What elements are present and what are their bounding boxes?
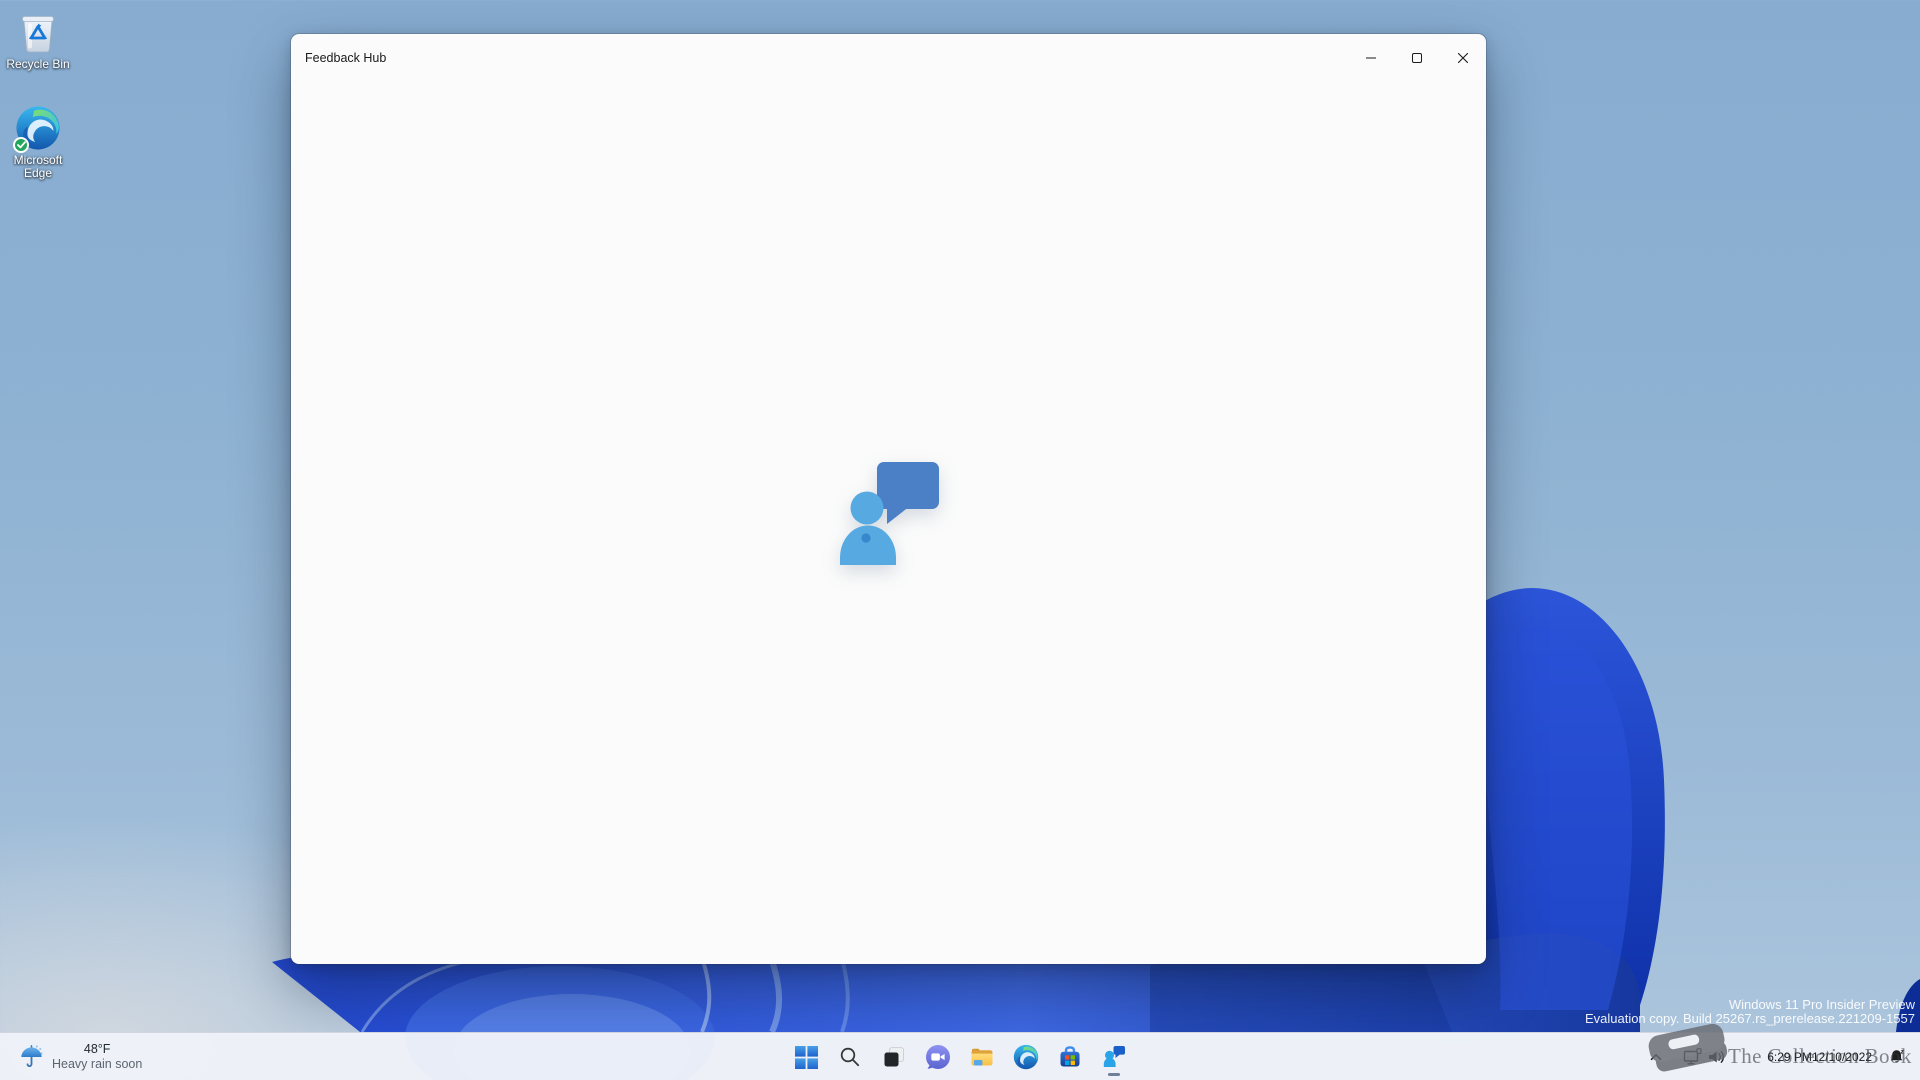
taskbar-file-explorer-button[interactable] [962,1037,1002,1077]
weather-condition: Heavy rain soon [52,1057,142,1072]
task-view-icon [882,1045,906,1069]
chevron-up-icon [1646,1047,1666,1067]
edge-icon [1013,1044,1039,1070]
desktop-icon-microsoft-edge[interactable]: Microsoft Edge [6,105,70,180]
search-icon [838,1045,862,1069]
taskbar: 48°F Heavy rain soon [0,1032,1920,1080]
bell-do-not-disturb-icon: z [1887,1047,1907,1067]
feedback-hub-icon [1101,1044,1127,1070]
taskbar-feedback-hub-button[interactable] [1094,1037,1134,1077]
taskbar-store-button[interactable] [1050,1037,1090,1077]
taskbar-chat-button[interactable] [918,1037,958,1077]
tray-time: 6:29 PM [1767,1051,1812,1064]
notification-bell-button[interactable]: z [1882,1037,1912,1077]
start-icon [795,1046,818,1069]
svg-text:z: z [1901,1048,1905,1055]
maximize-button[interactable] [1394,34,1440,81]
volume-icon [1706,1047,1727,1067]
taskbar-start-button[interactable] [786,1037,826,1077]
recycle-bin-icon [16,7,60,55]
minimize-button[interactable] [1348,34,1394,81]
close-icon [1457,52,1469,64]
tray-date: 12/10/2022 [1812,1051,1872,1064]
minimize-icon [1365,52,1377,64]
active-app-indicator [1108,1073,1120,1076]
close-button[interactable] [1440,34,1486,81]
desktop-icon-recycle-bin[interactable]: Recycle Bin [6,7,70,71]
feedback-hub-window: Feedback Hub [291,34,1486,964]
insider-build-watermark: Windows 11 Pro Insider Preview Evaluatio… [1585,998,1915,1026]
file-explorer-icon [969,1044,995,1070]
taskbar-edge-button[interactable] [1006,1037,1046,1077]
watermark-line1: Windows 11 Pro Insider Preview [1585,998,1915,1012]
microsoft-store-icon [1057,1044,1083,1070]
weather-widget-button[interactable]: 48°F Heavy rain soon [10,1033,150,1080]
window-titlebar[interactable]: Feedback Hub [291,34,1486,82]
checkmark-badge-icon [13,137,29,153]
taskbar-task-view-button[interactable] [874,1037,914,1077]
desktop-icon-label: Recycle Bin [6,58,70,71]
umbrella-rain-icon [18,1044,45,1071]
network-icon [1682,1047,1703,1067]
desktop-icon-label: Microsoft Edge [9,154,67,180]
quick-settings-button[interactable] [1678,1037,1731,1077]
chat-icon [925,1044,951,1070]
watermark-line2: Evaluation copy. Build 25267.rs_prerelea… [1585,1012,1915,1026]
weather-temperature: 48°F [52,1042,142,1057]
taskbar-search-button[interactable] [830,1037,870,1077]
clock-button[interactable]: 6:29 PM 12/10/2022 [1763,1037,1876,1077]
feedback-hub-splash-icon [839,462,939,566]
edge-icon [15,105,61,151]
maximize-icon [1411,52,1423,64]
hidden-icons-chevron-button[interactable] [1642,1037,1670,1077]
window-title: Feedback Hub [305,34,386,82]
